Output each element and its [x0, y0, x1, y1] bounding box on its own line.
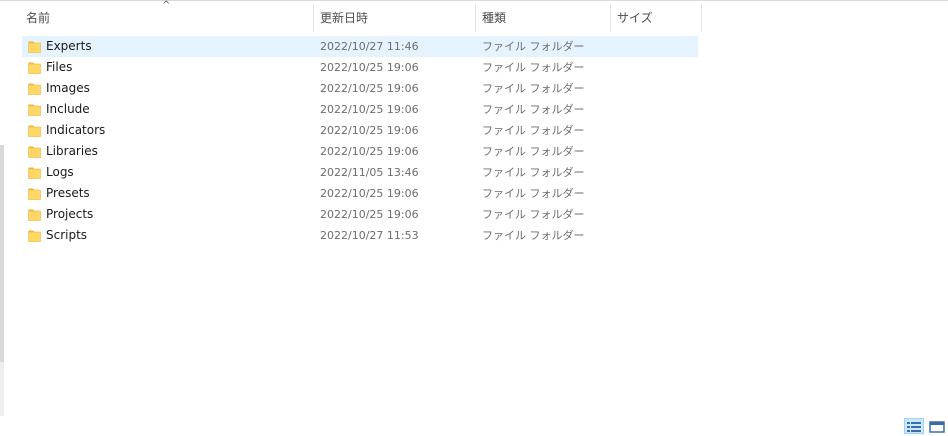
column-header-size[interactable]: サイズ: [611, 4, 702, 32]
file-date-modified: 2022/10/27 11:46: [320, 40, 419, 53]
large-icons-view-button[interactable]: [927, 418, 947, 434]
file-date-modified: 2022/10/25 19:06: [320, 208, 419, 221]
folder-icon: [28, 209, 41, 221]
folder-icon: [28, 167, 41, 179]
file-date-modified: 2022/10/25 19:06: [320, 61, 419, 74]
file-type: ファイル フォルダー: [482, 61, 585, 74]
file-row[interactable]: Files 2022/10/25 19:06 ファイル フォルダー: [22, 57, 698, 78]
column-header-row: ^ 名前 更新日時 種類 サイズ: [20, 1, 702, 32]
folder-icon: [28, 41, 41, 53]
details-view-icon: [907, 422, 921, 432]
file-row[interactable]: Presets 2022/10/25 19:06 ファイル フォルダー: [22, 183, 698, 204]
file-name: Projects: [46, 207, 94, 221]
file-name: Libraries: [46, 144, 98, 158]
file-date-modified: 2022/10/25 19:06: [320, 187, 419, 200]
file-row[interactable]: Scripts 2022/10/27 11:53 ファイル フォルダー: [22, 225, 698, 246]
file-type: ファイル フォルダー: [482, 82, 585, 95]
file-type: ファイル フォルダー: [482, 187, 585, 200]
file-row[interactable]: Libraries 2022/10/25 19:06 ファイル フォルダー: [22, 141, 698, 162]
file-name: Images: [46, 81, 90, 95]
file-name: Experts: [46, 39, 92, 53]
file-type: ファイル フォルダー: [482, 229, 585, 242]
file-type: ファイル フォルダー: [482, 124, 585, 137]
file-row[interactable]: Logs 2022/11/05 13:46 ファイル フォルダー: [22, 162, 698, 183]
folder-icon: [28, 230, 41, 242]
file-type: ファイル フォルダー: [482, 166, 585, 179]
folder-icon: [28, 104, 41, 116]
file-type: ファイル フォルダー: [482, 208, 585, 221]
file-date-modified: 2022/10/25 19:06: [320, 103, 419, 116]
file-type: ファイル フォルダー: [482, 145, 585, 158]
file-name: Presets: [46, 186, 90, 200]
file-date-modified: 2022/10/25 19:06: [320, 145, 419, 158]
file-name: Include: [46, 102, 90, 116]
file-date-modified: 2022/10/27 11:53: [320, 229, 419, 242]
folder-icon: [28, 62, 41, 74]
column-header-name[interactable]: 名前: [20, 4, 314, 32]
folder-icon: [28, 188, 41, 200]
navigation-pane-scrollbar[interactable]: [0, 145, 4, 362]
file-name: Logs: [46, 165, 74, 179]
file-date-modified: 2022/10/25 19:06: [320, 124, 419, 137]
file-name: Scripts: [46, 228, 88, 242]
file-type: ファイル フォルダー: [482, 103, 585, 116]
file-date-modified: 2022/11/05 13:46: [320, 166, 419, 179]
file-date-modified: 2022/10/25 19:06: [320, 82, 419, 95]
folder-icon: [28, 146, 41, 158]
file-type: ファイル フォルダー: [482, 40, 585, 53]
file-row[interactable]: Indicators 2022/10/25 19:06 ファイル フォルダー: [22, 120, 698, 141]
file-explorer-window: ^ 名前 更新日時 種類 サイズ Experts 2022/10/27 11:46…: [0, 0, 948, 436]
file-row[interactable]: Include 2022/10/25 19:06 ファイル フォルダー: [22, 99, 698, 120]
navigation-pane-scrollbar-track[interactable]: [0, 362, 4, 416]
file-name: Indicators: [46, 123, 106, 137]
file-name: Files: [46, 60, 73, 74]
large-icons-view-icon: [929, 421, 945, 433]
details-view-button[interactable]: [904, 418, 924, 434]
folder-icon: [28, 125, 41, 137]
file-row[interactable]: Images 2022/10/25 19:06 ファイル フォルダー: [22, 78, 698, 99]
column-header-type[interactable]: 種類: [476, 4, 611, 32]
file-list: Experts 2022/10/27 11:46 ファイル フォルダー Files 20…: [22, 36, 698, 246]
file-row[interactable]: Projects 2022/10/25 19:06 ファイル フォルダー: [22, 204, 698, 225]
folder-icon: [28, 83, 41, 95]
file-row[interactable]: Experts 2022/10/27 11:46 ファイル フォルダー: [22, 36, 698, 57]
column-header-date-modified[interactable]: 更新日時: [314, 4, 476, 32]
